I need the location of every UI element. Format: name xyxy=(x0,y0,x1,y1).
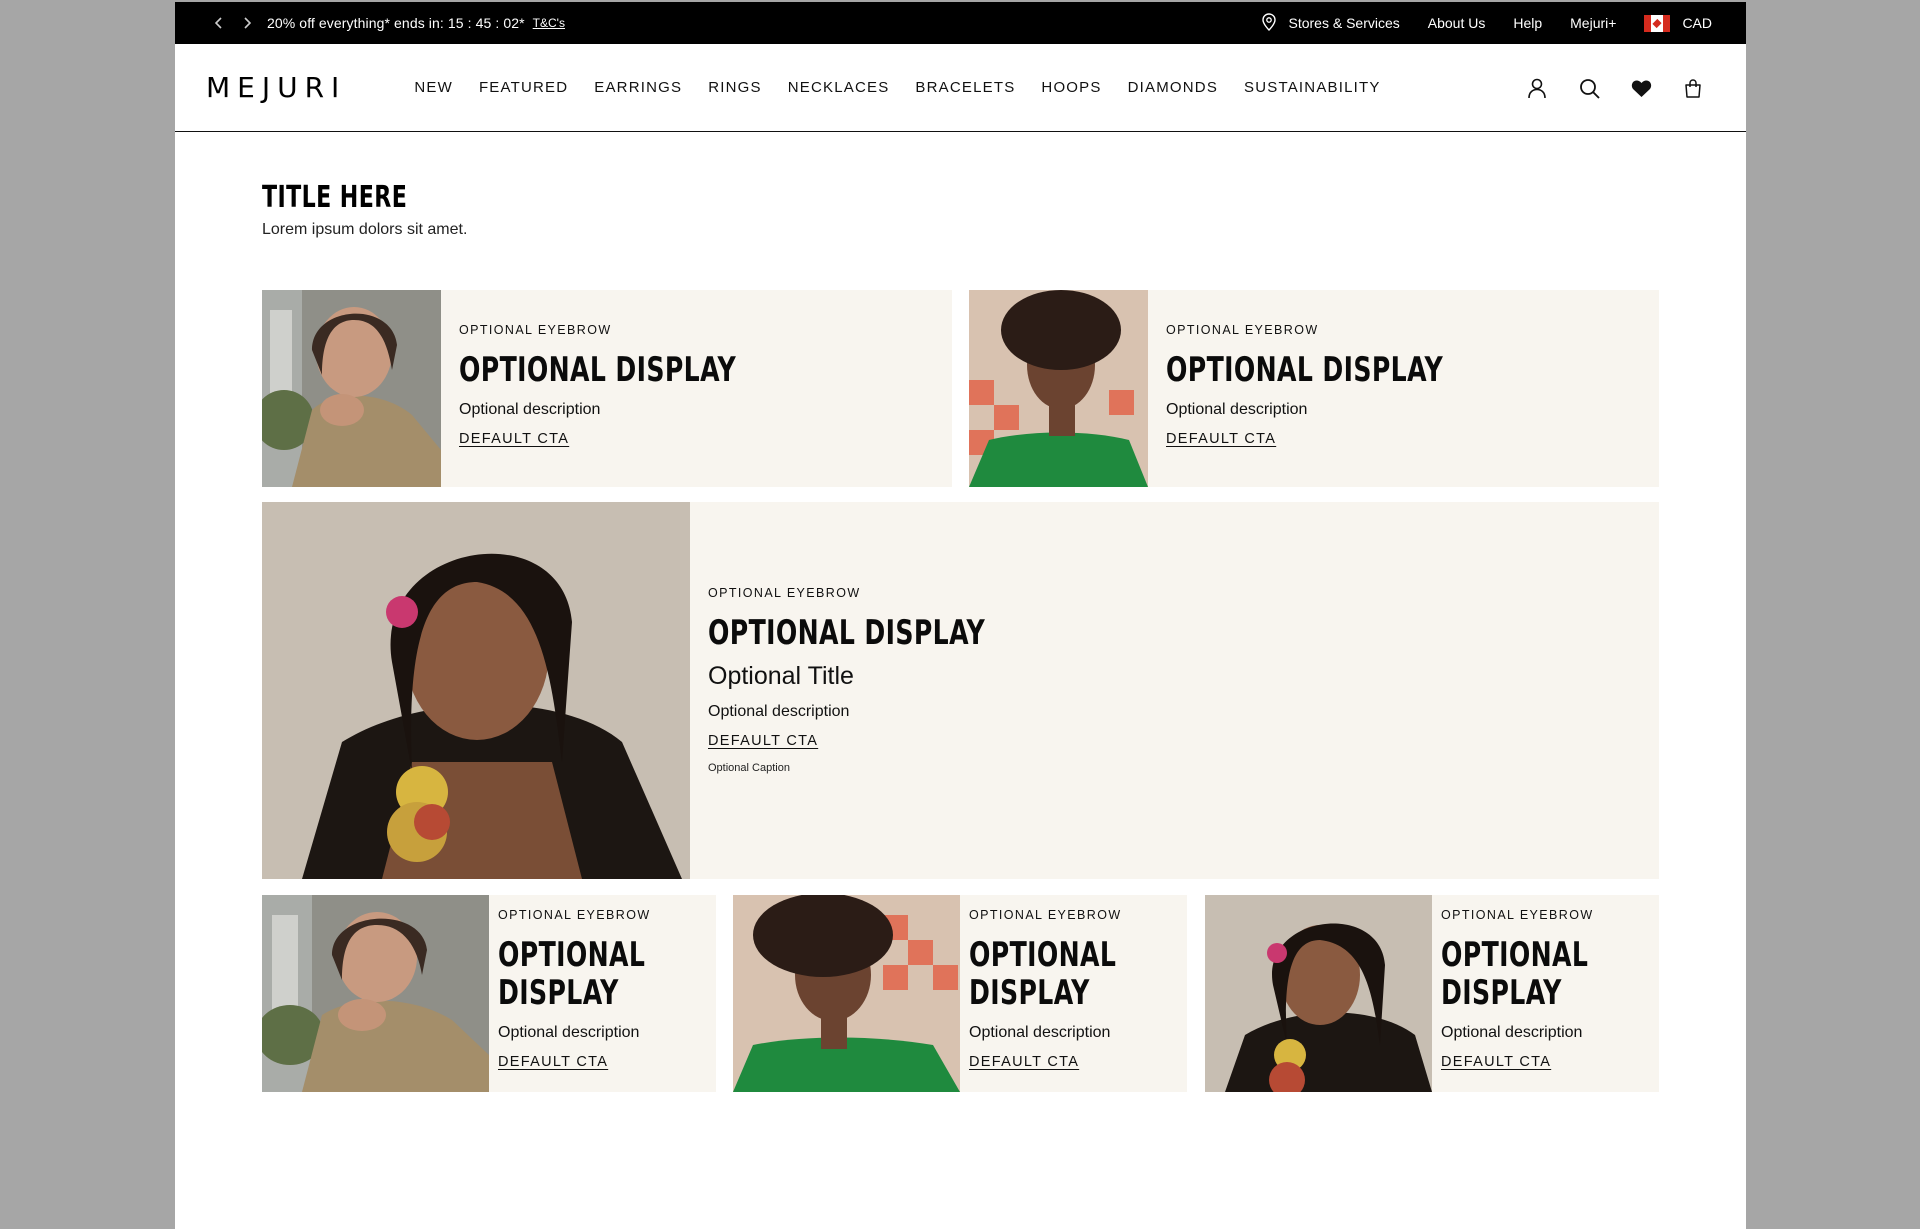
account-icon[interactable] xyxy=(1526,77,1548,99)
feature-cta-link[interactable]: DEFAULT CTA xyxy=(708,733,818,749)
card-display-line1: OPTIONAL xyxy=(969,935,1117,975)
card-description: Optional description xyxy=(969,1024,1111,1041)
stores-services-label: Stores & Services xyxy=(1288,15,1400,31)
card-description: Optional description xyxy=(1166,401,1308,418)
nav-item-bracelets[interactable]: BRACELETS xyxy=(915,79,1015,96)
card-cta-link[interactable]: DEFAULT CTA xyxy=(459,431,569,447)
nav-item-sustainability[interactable]: SUSTAINABILITY xyxy=(1244,79,1381,96)
nav-item-rings[interactable]: RINGS xyxy=(708,79,762,96)
promo-message: 20% off everything* ends in: 15 : 45 : 0… xyxy=(267,15,525,31)
promo-bar: 20% off everything* ends in: 15 : 45 : 0… xyxy=(175,2,1746,44)
nav-item-hoops[interactable]: HOOPS xyxy=(1041,79,1101,96)
terms-link[interactable]: T&C's xyxy=(533,16,565,30)
promo-card[interactable]: OPTIONAL EYEBROW OPTIONAL DISPLAY Option… xyxy=(969,290,1659,487)
search-icon[interactable] xyxy=(1578,77,1600,99)
promo-card[interactable]: OPTIONAL EYEBROW OPTIONAL DISPLAY Option… xyxy=(262,290,952,487)
main-header: MEJURI NEW FEATURED EARRINGS RINGS NECKL… xyxy=(175,44,1746,132)
canada-flag-icon xyxy=(1644,14,1671,32)
shopping-bag-icon[interactable] xyxy=(1682,77,1704,99)
about-us-link[interactable]: About Us xyxy=(1428,15,1486,31)
promo-card[interactable]: OPTIONAL EYEBROW OPTIONAL DISPLAY Option… xyxy=(1205,895,1659,1092)
card-eyebrow: OPTIONAL EYEBROW xyxy=(1441,908,1594,922)
card-eyebrow: OPTIONAL EYEBROW xyxy=(459,323,612,337)
card-description: Optional description xyxy=(459,401,601,418)
wishlist-heart-icon[interactable] xyxy=(1630,77,1652,99)
feature-caption: Optional Caption xyxy=(708,762,790,774)
card-display-line1: OPTIONAL xyxy=(1441,935,1589,975)
card-display-line2: DISPLAY xyxy=(969,973,1090,1013)
feature-image xyxy=(262,502,690,879)
nav-item-featured[interactable]: FEATURED xyxy=(479,79,568,96)
card-eyebrow: OPTIONAL EYEBROW xyxy=(1166,323,1319,337)
card-cta-link[interactable]: DEFAULT CTA xyxy=(969,1054,1079,1070)
help-link[interactable]: Help xyxy=(1513,15,1542,31)
section-title: TITLE HERE xyxy=(262,180,408,215)
stores-services-link[interactable]: Stores & Services xyxy=(1262,12,1400,34)
nav-item-diamonds[interactable]: DIAMONDS xyxy=(1128,79,1218,96)
card-display: OPTIONAL DISPLAY xyxy=(459,350,737,390)
card-image xyxy=(733,895,960,1092)
feature-display: OPTIONAL DISPLAY xyxy=(708,613,986,653)
currency-label: CAD xyxy=(1682,15,1712,31)
feature-eyebrow: OPTIONAL EYEBROW xyxy=(708,586,861,600)
logo[interactable]: MEJURI xyxy=(206,71,346,104)
main-nav: NEW FEATURED EARRINGS RINGS NECKLACES BR… xyxy=(414,79,1406,96)
card-cta-link[interactable]: DEFAULT CTA xyxy=(498,1054,608,1070)
feature-title: Optional Title xyxy=(708,662,854,690)
card-display-line2: DISPLAY xyxy=(498,973,619,1013)
card-description: Optional description xyxy=(1441,1024,1583,1041)
promo-card[interactable]: OPTIONAL EYEBROW OPTIONAL DISPLAY Option… xyxy=(733,895,1187,1092)
card-image xyxy=(262,290,441,487)
card-eyebrow: OPTIONAL EYEBROW xyxy=(498,908,651,922)
card-description: Optional description xyxy=(498,1024,640,1041)
card-cta-link[interactable]: DEFAULT CTA xyxy=(1441,1054,1551,1070)
card-image xyxy=(262,895,489,1092)
location-pin-icon xyxy=(1262,12,1277,34)
promo-card[interactable]: OPTIONAL EYEBROW OPTIONAL DISPLAY Option… xyxy=(262,895,716,1092)
section-subtitle: Lorem ipsum dolors sit amet. xyxy=(262,221,468,238)
nav-item-new[interactable]: NEW xyxy=(414,79,453,96)
feature-description: Optional description xyxy=(708,703,850,720)
page: 20% off everything* ends in: 15 : 45 : 0… xyxy=(175,2,1746,1229)
card-display: OPTIONAL DISPLAY xyxy=(1166,350,1444,390)
mejuri-plus-link[interactable]: Mejuri+ xyxy=(1570,15,1616,31)
card-image xyxy=(1205,895,1432,1092)
card-cta-link[interactable]: DEFAULT CTA xyxy=(1166,431,1276,447)
card-display-line1: OPTIONAL xyxy=(498,935,646,975)
nav-item-earrings[interactable]: EARRINGS xyxy=(594,79,682,96)
nav-item-necklaces[interactable]: NECKLACES xyxy=(788,79,890,96)
feature-card[interactable]: OPTIONAL EYEBROW OPTIONAL DISPLAY Option… xyxy=(262,502,1659,879)
card-image xyxy=(969,290,1148,487)
currency-selector[interactable]: CAD xyxy=(1644,14,1712,32)
card-display-line2: DISPLAY xyxy=(1441,973,1562,1013)
card-eyebrow: OPTIONAL EYEBROW xyxy=(969,908,1122,922)
next-arrow-icon[interactable] xyxy=(241,16,253,30)
prev-arrow-icon[interactable] xyxy=(213,16,225,30)
